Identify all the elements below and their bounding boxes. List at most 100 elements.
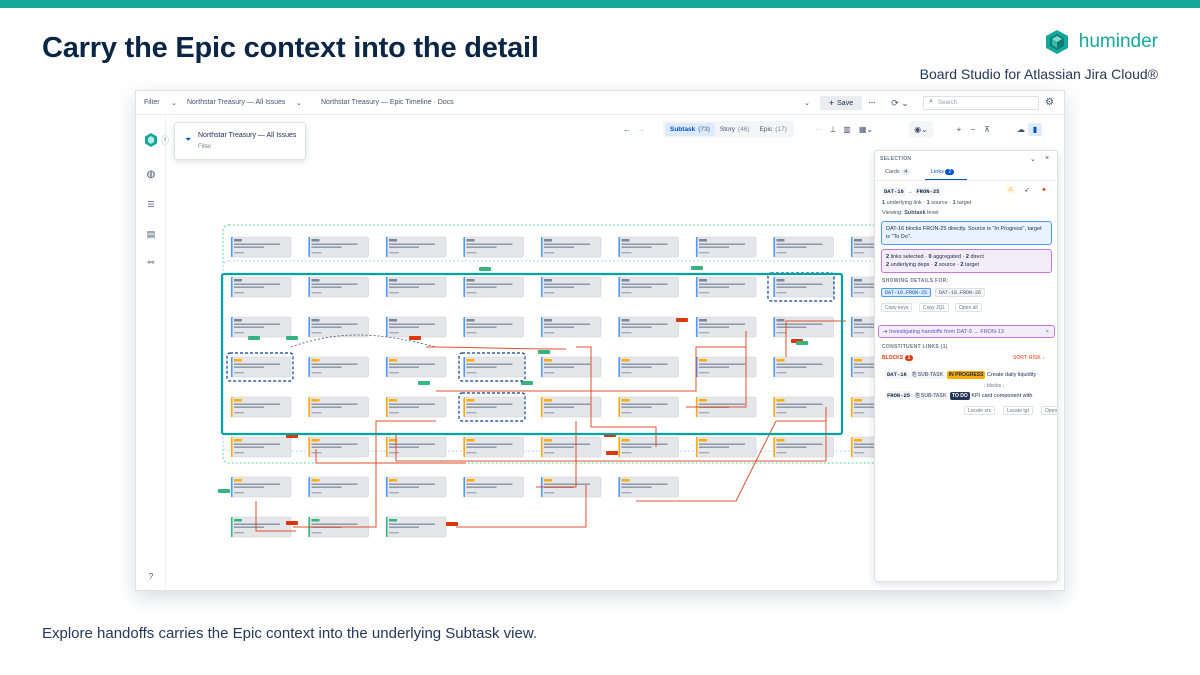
hierarchy-icon[interactable]: ⊥ [826, 123, 840, 136]
issue-card[interactable] [308, 436, 369, 458]
level-count: (73) [698, 126, 710, 133]
issue-card[interactable] [230, 276, 292, 298]
huminder-logo-icon [1045, 30, 1068, 54]
issue-card[interactable] [773, 316, 834, 338]
minimize-icon[interactable]: ⌄ [1030, 155, 1036, 163]
issue-card[interactable] [463, 316, 524, 338]
collapse-icon[interactable]: ⋯ [812, 123, 826, 136]
open-all-button[interactable]: Open all [955, 303, 982, 312]
issue-card[interactable] [695, 316, 757, 338]
locate-target-button[interactable]: Locate tgt [1003, 406, 1033, 415]
issue-card[interactable] [230, 516, 292, 538]
issue-card[interactable] [308, 356, 369, 378]
issue-card[interactable] [540, 396, 602, 418]
detail-chip[interactable]: DAT-18→FRON-26 [935, 288, 986, 297]
issue-card[interactable] [540, 276, 602, 298]
issue-card[interactable] [618, 236, 679, 258]
issue-card[interactable] [463, 476, 524, 498]
issue-card[interactable] [540, 236, 602, 258]
issue-card[interactable] [618, 396, 679, 418]
issue-card[interactable] [463, 276, 524, 298]
arrow-left-icon[interactable]: ← [620, 123, 634, 136]
level-story[interactable]: Story (46) [715, 123, 755, 136]
issue-card[interactable] [230, 356, 292, 378]
issue-card[interactable] [385, 236, 447, 258]
issue-card[interactable] [540, 356, 602, 378]
issue-card[interactable] [773, 396, 834, 418]
issue-card[interactable] [385, 516, 447, 538]
level-epic[interactable]: Epic (17) [755, 123, 792, 136]
issue-card[interactable] [308, 236, 369, 258]
issue-card[interactable] [695, 356, 757, 378]
zoom-out-icon[interactable]: − [966, 123, 980, 136]
issue-card[interactable] [773, 276, 834, 298]
issue-card[interactable] [230, 396, 292, 418]
fit-icon[interactable]: ⊼ [980, 123, 994, 136]
eye-icon[interactable]: ◉⌄ [909, 123, 933, 136]
issue-card[interactable] [463, 396, 524, 418]
row-type-label: SUB-TASK [921, 393, 947, 399]
issue-card[interactable] [540, 316, 602, 338]
columns-icon[interactable]: ▥ [840, 123, 854, 136]
link-badge [286, 336, 298, 340]
issue-card[interactable] [540, 436, 602, 458]
issue-card[interactable] [773, 436, 834, 458]
issue-card[interactable] [618, 476, 679, 498]
open-button[interactable]: Open [1041, 406, 1057, 415]
issue-card[interactable] [385, 396, 447, 418]
detail-chip[interactable]: DAT-16→FRON-25 [881, 288, 932, 297]
issue-card[interactable] [308, 316, 369, 338]
issue-card[interactable] [695, 236, 757, 258]
count: 2 [934, 262, 938, 268]
issue-card[interactable] [230, 436, 292, 458]
arrow-right-icon[interactable]: → [634, 123, 648, 136]
issue-card[interactable] [463, 236, 524, 258]
issue-card[interactable] [385, 476, 447, 498]
link-badge [418, 381, 430, 385]
issue-card[interactable] [308, 396, 369, 418]
issue-card[interactable] [308, 276, 369, 298]
issue-card[interactable] [773, 356, 834, 378]
constituent-row[interactable]: FRON-25 ⎘ SUB-TASK TO DO KPI card compon… [885, 391, 1032, 400]
copy-jql-button[interactable]: Copy JQL [919, 303, 950, 312]
constituent-row[interactable]: DAT-16 ⎘ SUB-TASK IN PROGRESS Create dai… [885, 370, 1036, 379]
issue-card[interactable] [308, 476, 369, 498]
issue-card[interactable] [385, 316, 447, 338]
issue-card[interactable] [230, 476, 292, 498]
level-count: (46) [738, 126, 750, 133]
tab-links[interactable]: Links 2 [931, 169, 955, 175]
close-icon[interactable]: × [1046, 328, 1049, 336]
link-arrow: → [907, 189, 913, 195]
copy-keys-button[interactable]: Copy keys [881, 303, 913, 312]
close-icon[interactable]: × [1045, 155, 1049, 162]
issue-card[interactable] [230, 236, 292, 258]
panel-toggle-icon[interactable]: ▮ [1028, 123, 1042, 136]
issue-card[interactable] [695, 436, 757, 458]
rocket-icon[interactable]: ➶ [1024, 186, 1030, 194]
cloud-icon[interactable]: ☁ [1014, 123, 1028, 136]
locate-source-button[interactable]: Locate src [964, 406, 996, 415]
link-badge [691, 266, 703, 270]
issue-card[interactable] [618, 356, 679, 378]
issue-card[interactable] [618, 276, 679, 298]
zoom-in-icon[interactable]: + [952, 123, 966, 136]
calendar-icon[interactable]: ▦⌄ [854, 123, 878, 136]
issue-card[interactable] [773, 236, 834, 258]
visibility-controls: ◉⌄ [909, 121, 933, 138]
issue-card[interactable] [385, 276, 447, 298]
issue-card[interactable] [463, 356, 524, 378]
filter-popover[interactable]: ⏷ Northstar Treasury — All Issues Filter [174, 122, 306, 160]
investigating-banner[interactable]: ➔ Investigating handoffs from DAT-9 → FR… [878, 325, 1055, 338]
tab-cards[interactable]: Cards 4 [885, 169, 911, 175]
issue-card[interactable] [618, 436, 679, 458]
issue-card[interactable] [618, 316, 679, 338]
issue-card[interactable] [230, 316, 292, 338]
level-subtask[interactable]: Subtask (73) [665, 123, 715, 136]
issue-card[interactable] [695, 276, 757, 298]
row-type: ⎘ SUB-TASK [913, 392, 949, 400]
issue-card[interactable] [463, 436, 524, 458]
pin-icon[interactable]: ✦ [1041, 186, 1047, 194]
sort-control[interactable]: SORT: RISK ↓ [1013, 355, 1045, 361]
issue-card[interactable] [385, 436, 447, 458]
issue-card[interactable] [385, 356, 447, 378]
